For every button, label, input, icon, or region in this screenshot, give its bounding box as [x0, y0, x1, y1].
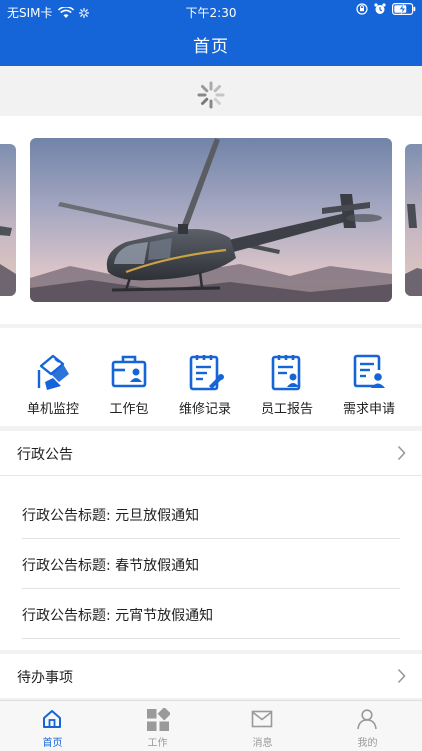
maintenance-record-icon	[189, 355, 224, 391]
bottom-tab-bar: 首页 工作 消息 我的	[0, 700, 422, 751]
orientation-lock-icon	[356, 3, 368, 15]
battery-charging-icon	[392, 3, 416, 15]
notice-item-title: 行政公告标题: 春节放假通知	[22, 558, 200, 574]
chevron-right-icon	[397, 445, 406, 461]
loading-spinner-icon	[197, 81, 225, 109]
quick-action-label: 需求申请	[342, 402, 395, 417]
quick-actions: 单机监控 工作包 维修记录 员工报告 需求申请	[0, 328, 422, 426]
notice-item[interactable]: 行政公告标题: 元旦放假通知	[22, 488, 400, 539]
tab-label: 工作	[147, 738, 168, 749]
tab-label: 消息	[252, 738, 273, 749]
banner-slide-previous[interactable]	[0, 144, 16, 296]
app-header: 无SIM卡 下午2:30 首页	[0, 0, 422, 66]
quick-action-label: 员工报告	[260, 402, 313, 417]
chevron-right-icon	[397, 668, 406, 684]
helicopter-image	[30, 138, 392, 302]
request-application-icon	[353, 354, 385, 388]
notice-item[interactable]: 行政公告标题: 春节放假通知	[22, 538, 400, 589]
message-icon	[251, 710, 273, 728]
quick-action-employee-report[interactable]: 员工报告	[245, 328, 329, 426]
todo-row[interactable]: 待办事项	[0, 654, 422, 698]
banner-slide-helicopter[interactable]	[30, 138, 392, 302]
quick-action-label: 工作包	[109, 402, 149, 417]
banner-carousel[interactable]	[0, 116, 422, 324]
admin-notices-list: 行政公告标题: 元旦放假通知 行政公告标题: 春节放假通知 行政公告标题: 元宵…	[0, 476, 422, 650]
status-bar: 无SIM卡 下午2:30	[0, 0, 422, 22]
aircraft-monitor-icon	[37, 354, 69, 390]
employee-report-icon	[271, 355, 301, 391]
todo-title: 待办事项	[17, 670, 73, 686]
quick-action-maintenance-record[interactable]: 维修记录	[163, 328, 247, 426]
notice-item-title: 行政公告标题: 元旦放假通知	[22, 508, 200, 524]
quick-action-label: 单机监控	[26, 402, 79, 417]
tab-home[interactable]: 首页	[0, 701, 105, 751]
tab-work[interactable]: 工作	[105, 701, 210, 751]
profile-icon	[357, 709, 377, 730]
quick-action-request-application[interactable]: 需求申请	[327, 328, 411, 426]
briefcase-icon	[111, 355, 147, 388]
quick-action-label: 维修记录	[178, 402, 231, 417]
notice-item[interactable]: 行政公告标题: 元宵节放假通知	[22, 588, 400, 639]
admin-notices-row[interactable]: 行政公告	[0, 431, 422, 475]
admin-notices-title: 行政公告	[17, 447, 73, 463]
quick-action-work-package[interactable]: 工作包	[87, 328, 171, 426]
notice-item-title: 行政公告标题: 元宵节放假通知	[22, 608, 214, 624]
home-icon	[43, 710, 61, 728]
alarm-icon	[374, 3, 386, 14]
work-grid-icon	[147, 708, 170, 731]
tab-profile[interactable]: 我的	[315, 701, 420, 751]
page-title: 首页	[193, 37, 229, 57]
banner-slide-next[interactable]	[405, 144, 422, 296]
tab-label: 我的	[357, 738, 378, 749]
tab-messages[interactable]: 消息	[210, 701, 315, 751]
quick-action-aircraft-monitor[interactable]: 单机监控	[11, 328, 95, 426]
tab-label: 首页	[42, 738, 63, 749]
